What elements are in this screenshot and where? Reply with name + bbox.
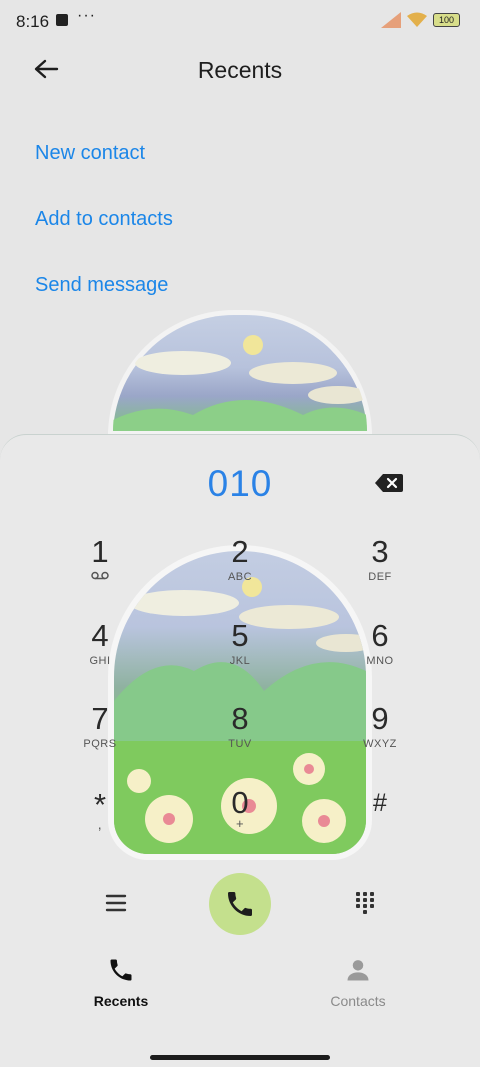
key-letters: TUV (228, 738, 252, 750)
key-star[interactable]: * , (45, 788, 155, 833)
backspace-icon (375, 474, 403, 492)
menu-icon (105, 894, 127, 912)
dialpad-toggle-button[interactable] (352, 889, 378, 915)
key-hash[interactable]: # (325, 786, 435, 822)
phone-icon (228, 892, 252, 916)
key-digit: 9 (371, 701, 389, 736)
notification-icon (56, 14, 68, 26)
voicemail-icon (45, 571, 155, 583)
key-letters: + (235, 816, 245, 831)
key-3[interactable]: 3 DEF (325, 534, 435, 584)
add-to-contacts-link[interactable]: Add to contacts (35, 208, 173, 231)
key-letters: MNO (366, 655, 394, 667)
new-contact-link[interactable]: New contact (35, 142, 145, 165)
person-icon (347, 960, 369, 981)
tab-contacts[interactable]: Contacts (298, 956, 418, 1009)
tab-contacts-label: Contacts (330, 993, 386, 1009)
home-indicator[interactable] (150, 1055, 330, 1060)
key-digit: 0 (231, 785, 249, 820)
key-7[interactable]: 7 PQRS (45, 701, 155, 751)
key-digit: # (373, 789, 387, 817)
key-digit: 8 (231, 701, 249, 736)
key-letters: ABC (227, 571, 253, 583)
tab-recents[interactable]: Recents (61, 956, 181, 1009)
battery-icon: 100 (433, 13, 460, 27)
dialpad-icon (356, 892, 374, 914)
key-digit: 5 (231, 618, 249, 653)
status-time: 8:16 (16, 12, 50, 31)
more-notifications-icon: ··· (77, 7, 96, 24)
menu-button[interactable] (103, 890, 129, 916)
key-5[interactable]: 5 JKL (185, 618, 295, 668)
key-2[interactable]: 2 ABC (185, 534, 295, 584)
key-letters: PQRS (83, 738, 117, 750)
dialed-number: 010 (207, 463, 273, 504)
key-4[interactable]: 4 GHI (45, 618, 155, 668)
key-8[interactable]: 8 TUV (185, 701, 295, 751)
key-letters: WXYZ (363, 738, 397, 750)
key-letters: JKL (229, 655, 251, 667)
key-0[interactable]: 0 + (185, 785, 295, 832)
key-letters: , (97, 816, 103, 832)
key-digit: 7 (91, 701, 109, 736)
send-message-link[interactable]: Send message (35, 274, 168, 297)
call-button[interactable] (209, 873, 271, 935)
wallpaper-artwork (108, 310, 372, 436)
key-9[interactable]: 9 WXYZ (325, 701, 435, 751)
key-letters: DEF (368, 571, 392, 583)
phone-icon (110, 959, 132, 981)
key-digit: 4 (91, 618, 109, 653)
key-6[interactable]: 6 MNO (325, 618, 435, 668)
tab-recents-label: Recents (93, 993, 149, 1009)
battery-level: 100 (438, 15, 455, 25)
status-icons: 100 (381, 12, 460, 28)
backspace-button[interactable] (374, 472, 404, 494)
key-digit: 6 (371, 618, 389, 653)
key-digit: 1 (91, 534, 109, 569)
wifi-icon (407, 12, 427, 27)
page-title: Recents (197, 57, 283, 83)
key-1[interactable]: 1 (45, 535, 155, 583)
key-digit: 2 (231, 534, 249, 569)
key-digit: 3 (371, 534, 389, 569)
key-letters: GHI (89, 655, 111, 667)
signal-icon (381, 12, 401, 28)
